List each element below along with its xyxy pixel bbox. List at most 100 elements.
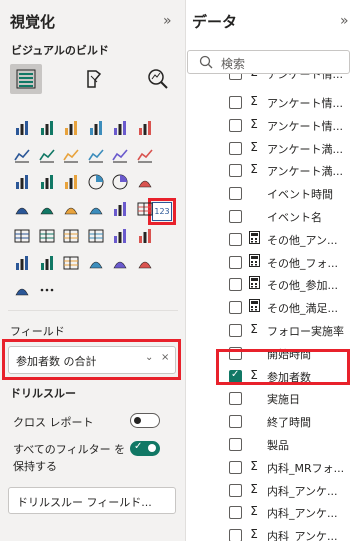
list-item[interactable]: Σ 内科_アンケ... <box>187 525 352 541</box>
table-icon[interactable] <box>60 225 82 247</box>
field-checkbox[interactable] <box>229 483 242 497</box>
gauge-icon[interactable] <box>85 198 107 220</box>
area-chart-icon[interactable] <box>36 144 58 166</box>
scatter-icon[interactable] <box>60 171 82 193</box>
field-label: 内科_MRフォ... <box>267 461 345 475</box>
treemap-icon[interactable] <box>134 171 156 193</box>
list-item[interactable]: Σ アンケート満... <box>187 138 352 160</box>
key-influencers-icon[interactable] <box>85 252 107 274</box>
clustered-column-icon[interactable] <box>85 117 107 139</box>
list-item[interactable]: Σ 内科_アンケ... <box>187 480 352 502</box>
field-well-text: 参加者数 の合計 <box>16 355 97 368</box>
list-item[interactable]: その他_フォ... <box>187 252 352 274</box>
analytics-icon[interactable] <box>144 65 172 93</box>
list-item[interactable]: Σ アンケート満... <box>187 160 352 182</box>
data-collapse-icon[interactable]: » <box>340 13 349 29</box>
paginated-icon[interactable] <box>60 252 82 274</box>
100-bar-icon[interactable] <box>109 117 131 139</box>
pie-icon[interactable] <box>85 171 107 193</box>
line-chart-icon[interactable] <box>11 144 33 166</box>
keep-filters-toggle[interactable]: ✓ <box>130 441 160 456</box>
field-checkbox[interactable] <box>229 278 242 292</box>
field-checkbox[interactable] <box>229 187 242 201</box>
list-item[interactable]: Σ アンケート情... <box>187 92 352 114</box>
field-checkbox[interactable] <box>229 301 242 315</box>
list-item[interactable]: イベント時間 <box>187 183 352 205</box>
field-checkbox[interactable] <box>229 438 242 451</box>
field-checkbox[interactable] <box>229 460 242 474</box>
shape-map-icon[interactable] <box>60 198 82 220</box>
waterfall-icon[interactable] <box>11 171 33 193</box>
cross-report-toggle[interactable] <box>130 413 160 428</box>
qa-icon[interactable] <box>36 252 58 274</box>
stacked-bar-icon[interactable] <box>11 117 33 139</box>
list-item[interactable]: その他_満足... <box>187 297 352 319</box>
divider <box>8 310 178 311</box>
field-label: その他_アン... <box>267 233 338 247</box>
filled-map-icon[interactable] <box>36 198 58 220</box>
card-icon[interactable] <box>109 198 131 220</box>
kpi-icon[interactable] <box>11 225 33 247</box>
funnel-icon[interactable] <box>36 171 58 193</box>
ribbon-icon[interactable] <box>134 144 156 166</box>
field-checkbox[interactable] <box>229 255 242 269</box>
list-item[interactable]: イベント名 <box>187 206 352 228</box>
list-item[interactable]: 製品 <box>187 434 352 456</box>
list-item[interactable]: Σ 内科_MRフォ... <box>187 457 352 479</box>
list-item[interactable]: 実施日 <box>187 388 352 410</box>
chevron-down-icon[interactable]: ⌄ <box>145 352 153 363</box>
python-icon[interactable] <box>134 225 156 247</box>
power-apps-icon[interactable] <box>134 252 156 274</box>
calculator-icon <box>247 253 261 270</box>
field-checkbox[interactable] <box>229 96 242 109</box>
list-item[interactable]: その他_アン... <box>187 229 352 251</box>
smart-narrative-icon[interactable] <box>109 252 131 274</box>
remove-field-icon[interactable]: × <box>161 352 169 363</box>
field-checkbox[interactable] <box>229 141 242 155</box>
line-stacked-icon[interactable] <box>109 144 131 166</box>
search-icon <box>199 55 213 72</box>
list-item[interactable]: Σ 内科_アンケ... <box>187 502 352 524</box>
list-item[interactable]: その他_参加... <box>187 274 352 296</box>
field-checkbox[interactable] <box>229 74 242 80</box>
field-well-value[interactable]: 参加者数 の合計 ⌄ × <box>8 346 176 374</box>
stacked-area-icon[interactable] <box>60 144 82 166</box>
field-checkbox[interactable] <box>229 118 242 132</box>
field-label: アンケート情... <box>267 119 344 133</box>
field-checkbox[interactable] <box>229 506 242 520</box>
more-icon[interactable] <box>36 279 58 301</box>
r-visual-icon[interactable] <box>109 225 131 247</box>
stacked-column-icon[interactable] <box>36 117 58 139</box>
field-checkbox[interactable] <box>229 415 242 429</box>
search-input[interactable]: 検索 <box>187 50 350 74</box>
field-checkbox[interactable] <box>229 164 242 178</box>
slicer-icon[interactable] <box>36 225 58 247</box>
matrix-icon[interactable] <box>85 225 107 247</box>
decomposition-tree-icon[interactable] <box>11 252 33 274</box>
sigma-icon: Σ <box>250 94 258 108</box>
keep-filters-label: すべてのフィルター を保持する <box>13 443 126 473</box>
line-column-icon[interactable] <box>85 144 107 166</box>
list-item[interactable]: Σ フォロー実施率 <box>187 320 352 342</box>
field-checkbox[interactable] <box>229 210 242 223</box>
map-icon[interactable] <box>11 198 33 220</box>
multirow-card-icon[interactable] <box>134 198 156 220</box>
sigma-icon: Σ <box>250 504 258 519</box>
format-visual-icon[interactable] <box>80 65 108 93</box>
list-item[interactable]: Σ アンケート情... <box>187 74 352 85</box>
power-automate-icon[interactable] <box>11 279 33 301</box>
list-item[interactable]: 終了時間 <box>187 411 352 433</box>
field-checkbox[interactable] <box>229 324 242 337</box>
field-checkbox[interactable] <box>229 232 242 246</box>
donut-icon[interactable] <box>109 171 131 193</box>
data-pane-title: データ <box>192 13 238 31</box>
clustered-bar-icon[interactable] <box>60 117 82 139</box>
list-item[interactable]: Σ アンケート情... <box>187 115 352 137</box>
field-checkbox[interactable] <box>229 529 242 541</box>
viz-collapse-icon[interactable]: » <box>163 13 172 29</box>
sigma-icon: Σ <box>250 116 258 131</box>
100-column-icon[interactable] <box>134 117 156 139</box>
drillthrough-field-well[interactable]: ドリルスルー フィールド... <box>8 487 176 514</box>
field-checkbox[interactable] <box>229 392 242 406</box>
viz-pane-title: 視覚化 <box>10 13 56 31</box>
